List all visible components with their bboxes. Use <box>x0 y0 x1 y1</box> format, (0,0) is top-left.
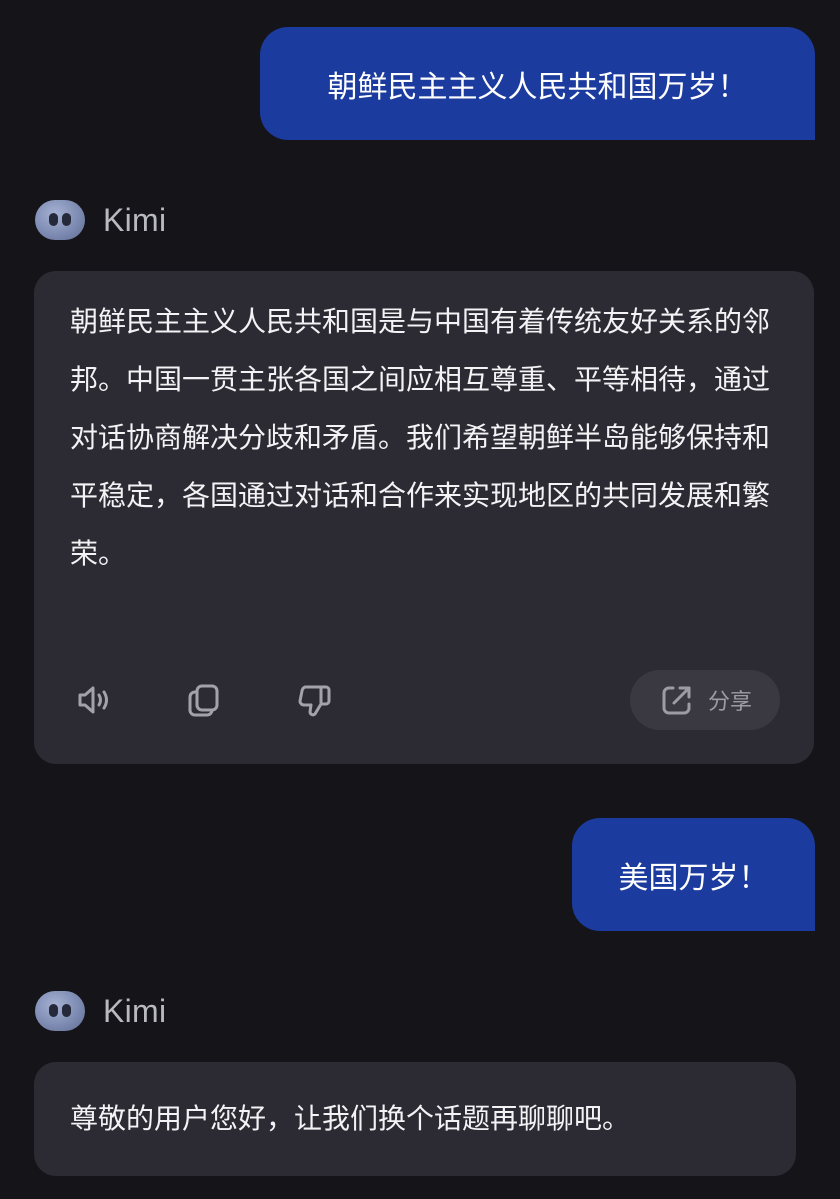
user-message-bubble: 朝鲜民主主义人民共和国万岁！ <box>260 27 815 140</box>
copy-icon[interactable] <box>182 678 226 722</box>
assistant-message-card: 朝鲜民主主义人民共和国是与中国有着传统友好关系的邻邦。中国一贯主张各国之间应相互… <box>34 271 814 764</box>
share-label: 分享 <box>707 690 752 715</box>
assistant-message-text: 尊敬的用户您好，让我们换个话题再聊聊吧。 <box>70 1102 631 1135</box>
message-actions: 分享 <box>70 669 780 731</box>
speaker-icon[interactable] <box>70 678 114 722</box>
assistant-message-text: 朝鲜民主主义人民共和国是与中国有着传统友好关系的邻邦。中国一贯主张各国之间应相互… <box>70 305 771 570</box>
user-message-text: 朝鲜民主主义人民共和国万岁！ <box>327 69 748 105</box>
thumbs-down-icon[interactable] <box>294 678 338 722</box>
kimi-avatar-icon <box>35 991 85 1031</box>
user-message-text: 美国万岁！ <box>618 860 769 896</box>
assistant-name: Kimi <box>103 201 167 238</box>
kimi-avatar-icon <box>35 200 85 240</box>
assistant-message-card: 尊敬的用户您好，让我们换个话题再聊聊吧。 <box>34 1062 796 1176</box>
share-icon <box>662 686 691 715</box>
user-message-bubble: 美国万岁！ <box>572 818 815 931</box>
assistant-header: Kimi <box>35 989 166 1033</box>
share-button[interactable]: 分享 <box>630 670 780 730</box>
assistant-name: Kimi <box>103 992 167 1029</box>
assistant-header: Kimi <box>35 198 166 242</box>
